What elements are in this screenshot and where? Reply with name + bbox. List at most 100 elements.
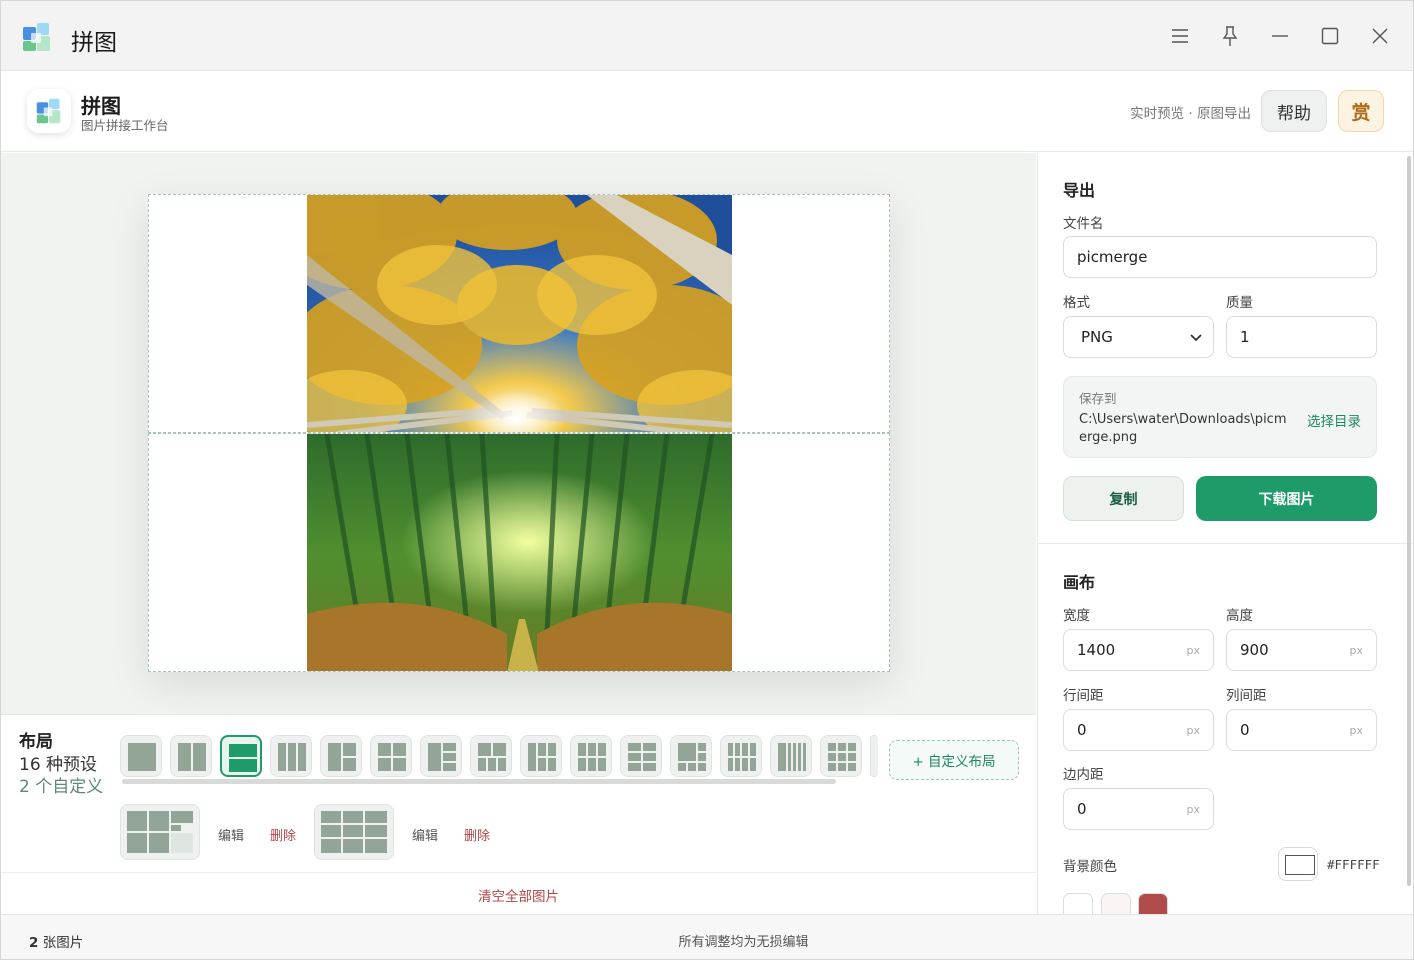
- close-icon[interactable]: [1367, 23, 1393, 49]
- row-gap-value: 0: [1077, 721, 1087, 739]
- bg-preset-red[interactable]: [1138, 893, 1168, 914]
- download-image-button[interactable]: 下载图片: [1196, 476, 1377, 521]
- custom-count: 2 个自定义: [19, 777, 104, 797]
- quality-value: 1: [1240, 328, 1250, 346]
- maximize-icon[interactable]: [1317, 23, 1343, 49]
- save-path: C:\Users\water\Downloads\picmerge.png: [1079, 412, 1287, 445]
- layout-preset[interactable]: [420, 735, 462, 777]
- layout-preset[interactable]: [870, 735, 878, 777]
- status-note: 所有调整均为无损编辑: [678, 935, 809, 950]
- minimize-icon[interactable]: [1267, 23, 1293, 49]
- bg-color-label: 背景颜色: [1063, 859, 1117, 875]
- width-value: 1400: [1077, 641, 1116, 659]
- collage-cell[interactable]: [148, 194, 890, 433]
- format-label: 格式: [1063, 295, 1090, 311]
- height-input[interactable]: 900 px: [1226, 629, 1377, 671]
- layout-preset[interactable]: [120, 735, 162, 777]
- window-title: 拼图: [71, 30, 117, 56]
- custom-layout-thumb[interactable]: [314, 804, 394, 860]
- filename-value: picmerge: [1077, 248, 1148, 266]
- layout-preset[interactable]: [670, 735, 712, 777]
- layout-preset-icon: [678, 743, 706, 771]
- edit-custom-layout-button[interactable]: 编辑: [412, 825, 438, 844]
- layout-preset-icon: [428, 743, 456, 771]
- height-value: 900: [1240, 641, 1269, 659]
- width-input[interactable]: 1400 px: [1063, 629, 1214, 671]
- format-select[interactable]: PNG: [1063, 316, 1214, 358]
- delete-custom-layout-button[interactable]: 删除: [464, 825, 490, 844]
- layout-preset[interactable]: [470, 735, 512, 777]
- unit-label: px: [1186, 803, 1201, 816]
- layout-preset-icon: [278, 743, 306, 771]
- clear-all-images-button[interactable]: 清空全部图片: [1, 885, 1036, 905]
- filename-input[interactable]: picmerge: [1063, 236, 1377, 278]
- delete-custom-layout-button[interactable]: 删除: [270, 825, 296, 844]
- layout-preset[interactable]: [520, 735, 562, 777]
- padding-label: 边内距: [1063, 767, 1104, 783]
- quality-input[interactable]: 1: [1226, 316, 1377, 358]
- app-logo-icon: [23, 23, 50, 51]
- layout-preset-icon: [328, 743, 356, 771]
- layout-preset-icon: [628, 743, 656, 771]
- copy-button[interactable]: 复制: [1063, 476, 1184, 521]
- layout-preset-icon: [478, 743, 506, 771]
- collage-cell[interactable]: [148, 433, 890, 672]
- layout-preset-icon: [229, 744, 257, 772]
- app-window: 拼图 拼图 图片拼接工作台 实时预览 · 原图导出 帮助 赏 布局 16 种预设…: [0, 0, 1414, 960]
- layout-preset[interactable]: [270, 735, 312, 777]
- layout-preset-icon: [728, 743, 756, 771]
- add-custom-layout-button[interactable]: + 自定义布局: [889, 740, 1019, 780]
- status-bar: 2 张图片 所有调整均为无损编辑: [1, 914, 1413, 959]
- layout-preset[interactable]: [570, 735, 612, 777]
- layout-preset-icon: [178, 743, 206, 771]
- col-gap-input[interactable]: 0 px: [1226, 709, 1377, 751]
- header-note: 实时预览 · 原图导出: [1130, 106, 1251, 122]
- export-section-title: 导出: [1063, 181, 1096, 200]
- layout-preset[interactable]: [370, 735, 412, 777]
- bg-color-hex: #FFFFFF: [1327, 857, 1380, 872]
- reward-button[interactable]: 赏: [1338, 90, 1384, 132]
- bg-preset-white[interactable]: [1063, 893, 1093, 914]
- edit-custom-layout-button[interactable]: 编辑: [218, 825, 244, 844]
- layout-preset[interactable]: [220, 735, 262, 777]
- help-button[interactable]: 帮助: [1261, 90, 1327, 132]
- layout-preset-icon: [778, 743, 806, 771]
- padding-input[interactable]: 0 px: [1063, 788, 1214, 830]
- height-label: 高度: [1226, 608, 1253, 624]
- layout-preset[interactable]: [770, 735, 812, 777]
- col-gap-value: 0: [1240, 721, 1250, 739]
- app-subtitle: 图片拼接工作台: [81, 118, 169, 133]
- save-location-box: 保存到 C:\Users\water\Downloads\picmerge.pn…: [1063, 376, 1377, 458]
- collage-canvas: [148, 194, 890, 672]
- layout-preset[interactable]: [620, 735, 662, 777]
- row-gap-input[interactable]: 0 px: [1063, 709, 1214, 751]
- layout-preset-icon: [378, 743, 406, 771]
- width-label: 宽度: [1063, 608, 1090, 624]
- layout-preset-icon: [528, 743, 556, 771]
- layout-scrollbar[interactable]: [122, 779, 836, 784]
- layout-preset-icon: [128, 743, 156, 771]
- canvas-section-title: 画布: [1063, 573, 1096, 592]
- layout-preset[interactable]: [720, 735, 762, 777]
- panel-scrollbar[interactable]: [1407, 156, 1411, 886]
- layout-title: 布局: [19, 732, 53, 752]
- app-header: 拼图 图片拼接工作台 实时预览 · 原图导出 帮助 赏: [1, 72, 1413, 152]
- filename-label: 文件名: [1063, 216, 1104, 232]
- choose-directory-button[interactable]: 选择目录: [1307, 410, 1361, 430]
- bg-preset-cream[interactable]: [1101, 893, 1131, 914]
- menu-icon[interactable]: [1167, 23, 1193, 49]
- title-bar: 拼图: [1, 1, 1413, 71]
- pin-icon[interactable]: [1217, 23, 1243, 49]
- layout-preset[interactable]: [820, 735, 862, 777]
- layout-preset[interactable]: [170, 735, 212, 777]
- clear-row: 清空全部图片: [1, 872, 1036, 914]
- bg-color-picker[interactable]: [1278, 847, 1318, 881]
- bamboo-forest-image: [307, 434, 732, 671]
- custom-layout-thumb[interactable]: [120, 804, 200, 860]
- preview-stage: [1, 153, 1036, 714]
- layout-preset[interactable]: [320, 735, 362, 777]
- col-gap-label: 列间距: [1226, 688, 1267, 704]
- save-label: 保存到: [1079, 391, 1117, 406]
- quality-label: 质量: [1226, 295, 1253, 311]
- row-gap-label: 行间距: [1063, 688, 1104, 704]
